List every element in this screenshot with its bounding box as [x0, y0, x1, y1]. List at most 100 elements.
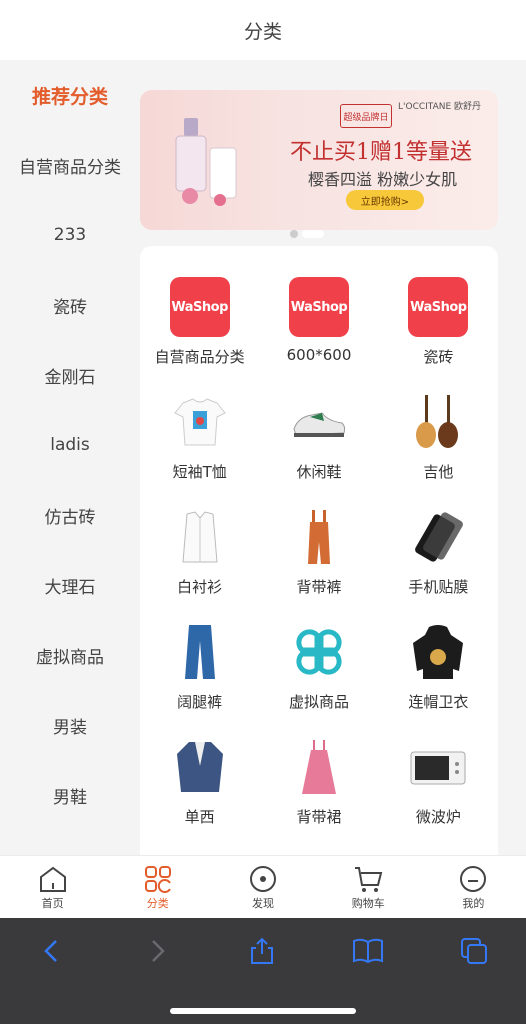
bookmarks-icon[interactable] — [352, 936, 384, 966]
sidebar-item-recommended[interactable]: 推荐分类 — [0, 60, 140, 130]
clover-icon — [296, 629, 342, 675]
washop-logo-text: WaShop — [408, 277, 469, 337]
carousel-indicator — [290, 230, 324, 238]
discover-icon — [250, 865, 276, 892]
category-cell[interactable]: 背带裙 — [259, 736, 378, 827]
dress-icon — [301, 740, 336, 794]
sidebar-item-label: 男装 — [53, 717, 87, 738]
home-indicator — [170, 1008, 356, 1014]
brand-day-badge: 超级品牌日 — [340, 104, 392, 128]
sidebar-item-label: 233 — [53, 225, 87, 245]
sidebar-item-ladis[interactable]: ladis — [0, 410, 140, 480]
pants-icon — [184, 625, 215, 679]
category-label: 背带裙 — [296, 808, 342, 826]
category-sidebar: 推荐分类 自营商品分类 233 瓷砖 金刚石 ladis 仿古砖 大理石 虚拟商… — [0, 60, 140, 855]
promo-banner[interactable]: 超级品牌日 L'OCCITANE 欧舒丹 不止买1赠1等量送 樱香四溢 粉嫩少女… — [140, 90, 498, 230]
category-cell[interactable]: 微波炉 — [379, 736, 498, 827]
sidebar-item-mens-shoes[interactable]: 男鞋 — [0, 760, 140, 830]
sidebar-item-label: 虚拟商品 — [36, 647, 104, 668]
sneaker-icon — [293, 412, 346, 437]
forward-icon[interactable] — [142, 936, 172, 966]
category-cell[interactable]: WaShop 600*600 — [259, 276, 378, 367]
sidebar-item-label: ladis — [50, 435, 90, 455]
category-cell[interactable]: 手机贴膜 — [379, 506, 498, 597]
tab-label: 我的 — [462, 896, 485, 910]
carousel-dot-active — [302, 230, 324, 238]
top-header: 分类 — [0, 0, 526, 61]
category-label: 虚拟商品 — [288, 693, 349, 711]
page-title: 分类 — [243, 20, 282, 43]
category-cell[interactable]: WaShop 自营商品分类 — [140, 276, 259, 367]
shirt-icon — [182, 511, 218, 563]
hoodie-icon — [413, 625, 464, 679]
sidebar-item-marble[interactable]: 大理石 — [0, 550, 140, 620]
category-cell[interactable]: 休闲鞋 — [259, 391, 378, 482]
category-label: 600*600 — [286, 346, 352, 364]
category-cell[interactable]: 白衬衫 — [140, 506, 259, 597]
overalls-icon — [307, 510, 330, 564]
sidebar-item-label: 男鞋 — [53, 787, 87, 808]
sidebar-item-antique-tiles[interactable]: 仿古砖 — [0, 480, 140, 550]
screen-protector-icon — [415, 512, 464, 562]
buy-now-button[interactable]: 立即抢购> — [346, 190, 424, 210]
sidebar-item-label: 大理石 — [44, 577, 96, 598]
tab-category[interactable]: 分类 — [105, 856, 210, 919]
category-cell[interactable]: 虚拟商品 — [259, 621, 378, 712]
category-label: 背带裤 — [296, 578, 342, 596]
washop-logo-icon: WaShop — [169, 276, 231, 338]
category-label: 微波炉 — [415, 808, 461, 826]
category-label: 瓷砖 — [423, 348, 454, 366]
cart-icon — [355, 866, 383, 892]
category-icon — [144, 865, 171, 893]
subcategory-grid: WaShop 自营商品分类 WaShop 600*600 WaShop 瓷砖 短… — [140, 276, 498, 827]
washop-logo-text: WaShop — [288, 277, 349, 337]
category-label: 白衬衫 — [177, 578, 223, 596]
tab-profile[interactable]: 我的 — [421, 856, 526, 919]
sidebar-item-menswear[interactable]: 男装 — [0, 690, 140, 760]
sidebar-item-diamond[interactable]: 金刚石 — [0, 340, 140, 410]
profile-icon — [460, 865, 487, 892]
sidebar-item-tiles[interactable]: 瓷砖 — [0, 270, 140, 340]
tab-discover[interactable]: 发现 — [210, 856, 315, 919]
category-cell[interactable]: 短袖T恤 — [140, 391, 259, 482]
washop-logo-text: WaShop — [169, 277, 230, 337]
carousel-dot — [290, 230, 298, 238]
banner-subline: 樱香四溢 粉嫩少女肌 — [308, 170, 458, 189]
tabs-icon[interactable] — [459, 936, 489, 966]
tab-home[interactable]: 首页 — [0, 856, 105, 919]
bottom-tab-bar: 首页 分类 发现 购物车 我的 — [0, 855, 526, 919]
category-cell[interactable]: 背带裤 — [259, 506, 378, 597]
category-content: 超级品牌日 L'OCCITANE 欧舒丹 不止买1赠1等量送 樱香四溢 粉嫩少女… — [140, 60, 526, 855]
category-label: 连帽卫衣 — [408, 693, 469, 711]
sidebar-item-virtual-goods[interactable]: 虚拟商品 — [0, 620, 140, 690]
browser-toolbar — [0, 918, 526, 1024]
back-icon[interactable] — [37, 936, 67, 966]
sidebar-item-233[interactable]: 233 — [0, 200, 140, 270]
category-label: 自营商品分类 — [154, 348, 245, 366]
category-label: 手机贴膜 — [408, 578, 469, 596]
microwave-icon — [410, 751, 466, 785]
category-label: 休闲鞋 — [296, 463, 342, 481]
banner-tagline: 不止买1赠1等量送 — [290, 140, 472, 165]
category-label: 吉他 — [423, 463, 454, 481]
category-cell[interactable]: 单西 — [140, 736, 259, 827]
subcategory-panel: WaShop 自营商品分类 WaShop 600*600 WaShop 瓷砖 短… — [140, 246, 498, 855]
tshirt-icon — [173, 398, 226, 446]
category-cell[interactable]: 阔腿裤 — [140, 621, 259, 712]
washop-logo-icon: WaShop — [407, 276, 469, 338]
category-cell[interactable]: 吉他 — [379, 391, 498, 482]
share-icon[interactable] — [247, 936, 277, 966]
tab-label: 发现 — [252, 896, 274, 910]
tab-label: 购物车 — [351, 896, 385, 910]
category-label: 单西 — [184, 808, 215, 826]
sidebar-item-self-operated[interactable]: 自营商品分类 — [0, 130, 140, 200]
category-cell[interactable]: WaShop 瓷砖 — [379, 276, 498, 367]
home-icon — [39, 866, 66, 892]
tab-cart[interactable]: 购物车 — [316, 856, 421, 919]
category-cell[interactable]: 连帽卫衣 — [379, 621, 498, 712]
tab-label: 首页 — [41, 896, 64, 910]
tab-label: 分类 — [146, 896, 169, 910]
sidebar-item-label: 推荐分类 — [31, 85, 108, 108]
sidebar-item-label: 仿古砖 — [44, 507, 96, 528]
guitar-icon — [416, 395, 459, 448]
